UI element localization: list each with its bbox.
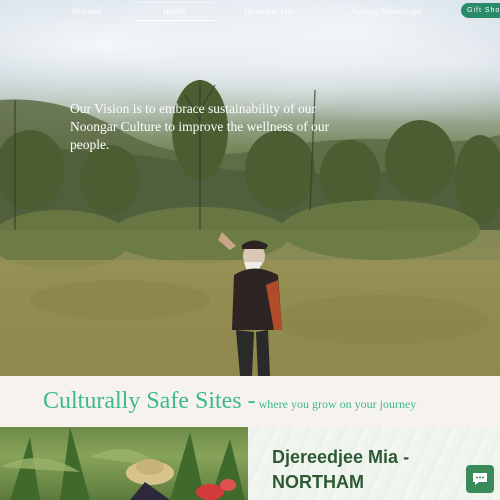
banner-main-text: Culturally Safe Sites - <box>43 388 256 414</box>
banner-heading: Culturally Safe Sites - where you grow o… <box>43 388 416 415</box>
nav-home[interactable]: HOME <box>163 7 187 16</box>
nav-nyitting-naturescape[interactable]: Nyitting NatureScape <box>352 7 422 16</box>
site-title: Djereedjee Mia - NORTHAM <box>272 447 410 492</box>
photo-scene <box>0 427 245 500</box>
nav-home-underline <box>136 20 214 21</box>
site-photo <box>0 427 248 500</box>
home-top-divider <box>136 2 214 3</box>
hero-image: Welcome HOME Djereedjee Mia Nyitting Nat… <box>0 0 500 376</box>
chat-button[interactable] <box>466 465 494 493</box>
top-nav: Welcome HOME Djereedjee Mia Nyitting Nat… <box>0 0 500 24</box>
nav-djereedjee-mia[interactable]: Djereedjee Mia <box>244 7 294 16</box>
site-info-panel: Djereedjee Mia - NORTHAM <box>248 427 500 500</box>
gift-shop-button[interactable]: Gift Sho <box>461 3 500 18</box>
chat-bubble-icon <box>473 473 487 485</box>
vision-statement: Our Vision is to embrace sustainability … <box>70 101 330 152</box>
banner-subtext: where you grow on your journey <box>255 397 417 411</box>
elder-figure <box>218 232 282 376</box>
nav-welcome[interactable]: Welcome <box>72 7 102 16</box>
